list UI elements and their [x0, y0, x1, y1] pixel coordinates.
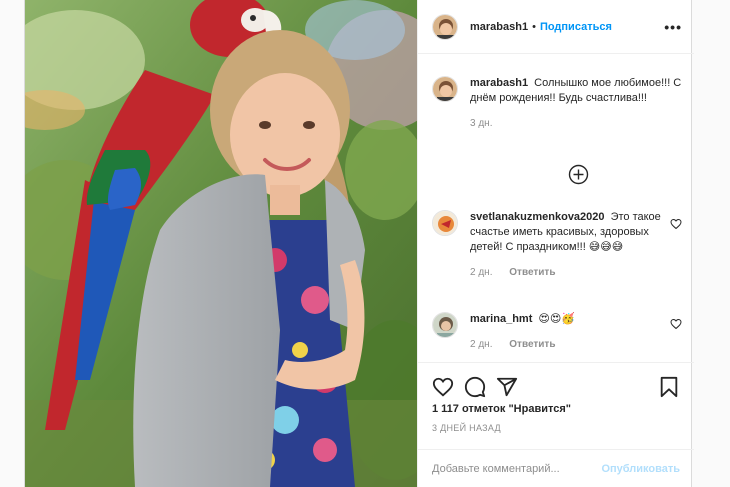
post-photo[interactable]: [25, 0, 417, 487]
plus-circle-icon[interactable]: [568, 164, 589, 185]
post-actions: 1 117 отметок "Нравится" 3 ДНЕЙ НАЗАД Оп…: [418, 362, 694, 487]
comment-like-heart-icon[interactable]: [670, 218, 682, 230]
add-comment-box: Опубликовать: [418, 449, 694, 487]
follow-button[interactable]: Подписаться: [540, 21, 612, 33]
comments-list: marabash1 Солнышко мое любимое!!! С днём…: [418, 54, 694, 362]
avatar[interactable]: [432, 13, 458, 40]
avatar[interactable]: [432, 210, 458, 236]
reply-button[interactable]: Ответить: [509, 267, 555, 278]
comment-username[interactable]: svetlanakuzmenkova2020: [470, 211, 605, 223]
author-username[interactable]: marabash1: [470, 21, 528, 33]
comment-item: svetlanakuzmenkova2020 Это такое счастье…: [432, 210, 682, 280]
bookmark-icon[interactable]: [658, 376, 680, 398]
reply-button[interactable]: Ответить: [509, 339, 555, 350]
comment-like-heart-icon[interactable]: [670, 318, 682, 330]
comment-username[interactable]: marina_hmt: [470, 313, 532, 325]
comment-icon[interactable]: [464, 376, 486, 398]
caption-username[interactable]: marabash1: [470, 77, 528, 89]
like-heart-icon[interactable]: [432, 376, 454, 398]
instagram-post: marabash1 • Подписаться ••• marabash1 Со…: [24, 0, 694, 487]
comment-time[interactable]: 2 дн.: [470, 267, 492, 278]
caption: marabash1 Солнышко мое любимое!!! С днём…: [432, 76, 682, 131]
avatar[interactable]: [432, 312, 458, 338]
share-icon[interactable]: [496, 376, 518, 398]
caption-time[interactable]: 3 дн.: [470, 118, 492, 129]
post-details-panel: marabash1 • Подписаться ••• marabash1 Со…: [417, 0, 694, 487]
header-separator: •: [532, 20, 536, 33]
comment-time[interactable]: 2 дн.: [470, 339, 492, 350]
comment-item: marina_hmt 😍😍🥳 2 дн. Ответить: [432, 312, 682, 352]
post-date[interactable]: 3 ДНЕЙ НАЗАД: [432, 423, 501, 433]
likes-count[interactable]: 1 117 отметок "Нравится": [432, 403, 571, 415]
more-options-icon[interactable]: •••: [664, 20, 682, 34]
comment-text: 😍😍🥳: [538, 313, 576, 325]
publish-button[interactable]: Опубликовать: [601, 463, 680, 475]
post-header: marabash1 • Подписаться •••: [418, 0, 694, 54]
avatar[interactable]: [432, 76, 458, 102]
add-comment-input[interactable]: [432, 463, 602, 475]
